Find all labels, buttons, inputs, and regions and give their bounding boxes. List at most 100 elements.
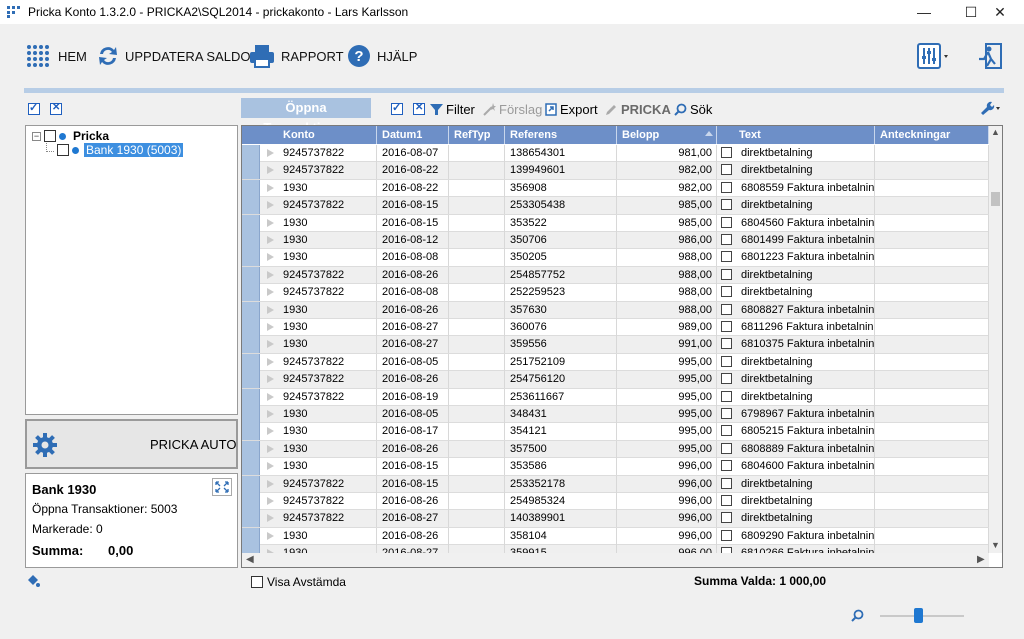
table-row[interactable]: 1930 2016-08-12 350706 986,00 6801499 Faktur… [242, 232, 989, 250]
row-flag-icon[interactable] [267, 375, 274, 384]
cell-anteckningar[interactable] [875, 266, 989, 284]
cell-anteckningar[interactable] [875, 145, 989, 162]
row-checkbox[interactable] [721, 268, 732, 280]
row-flag-icon[interactable] [267, 323, 274, 331]
scroll-down-icon[interactable]: ▼ [991, 540, 1000, 550]
close-button[interactable]: ✕ [977, 0, 1023, 24]
row-selector[interactable] [242, 458, 260, 476]
row-selector[interactable] [242, 179, 260, 197]
cell-anteckningar[interactable] [875, 458, 989, 476]
cell-anteckningar[interactable] [875, 353, 989, 371]
cell-anteckningar[interactable] [875, 475, 989, 493]
home-button[interactable]: HEM [26, 38, 87, 74]
row-checkbox[interactable] [721, 303, 732, 315]
table-row[interactable]: 9245737822 2016-08-26 254756120 995,00 direk… [242, 371, 989, 389]
zoom-slider[interactable] [880, 608, 964, 624]
column-header-belopp[interactable]: Belopp [617, 126, 717, 144]
table-row[interactable]: 9245737822 2016-08-07 138654301 981,00 direk… [242, 145, 989, 163]
row-selector[interactable] [242, 162, 260, 180]
uncheck-all-icon[interactable] [50, 102, 62, 115]
row-checkbox[interactable] [721, 529, 732, 541]
row-selector[interactable] [242, 214, 260, 232]
check-all-icon[interactable] [28, 101, 40, 115]
pricka-auto-button[interactable]: PRICKA AUTO [25, 419, 238, 469]
suggestion-button[interactable]: Förslag [483, 100, 542, 118]
cell-anteckningar[interactable] [875, 371, 989, 389]
table-row[interactable]: 9245737822 2016-08-26 254857752 988,00 direk… [242, 266, 989, 285]
row-flag-icon[interactable] [267, 305, 274, 314]
row-checkbox[interactable] [721, 321, 732, 332]
row-flag-icon[interactable] [267, 410, 274, 418]
row-flag-icon[interactable] [267, 340, 274, 349]
table-row[interactable]: 1930 2016-08-26 357630 988,00 6808827 Faktur… [242, 301, 989, 319]
row-selector[interactable] [242, 475, 260, 493]
row-checkbox[interactable] [721, 512, 732, 524]
table-row[interactable]: 9245737822 2016-08-05 251752109 995,00 direk… [242, 353, 989, 372]
scroll-up-icon[interactable]: ▲ [991, 127, 1000, 137]
row-checkbox[interactable] [721, 442, 732, 454]
paint-bucket-button[interactable] [26, 574, 40, 591]
row-checkbox[interactable] [721, 355, 732, 367]
column-header-datum1[interactable]: Datum1 [377, 126, 449, 144]
table-row[interactable]: 1930 2016-08-05 348431 995,00 6798967 Faktur… [242, 406, 989, 424]
column-header-reftyp[interactable]: RefTyp [449, 126, 505, 144]
table-row[interactable]: 1930 2016-08-17 354121 995,00 6805215 Faktur… [242, 423, 989, 441]
settings-dropdown-button[interactable] [917, 43, 951, 72]
row-selector[interactable] [242, 319, 260, 336]
row-selector[interactable] [242, 371, 260, 389]
row-flag-icon[interactable] [267, 444, 274, 453]
show-reconciled-checkbox[interactable] [251, 576, 263, 588]
row-selector[interactable] [242, 301, 260, 319]
tree-root-checkbox[interactable] [44, 130, 56, 142]
row-selector[interactable] [242, 145, 260, 162]
row-flag-icon[interactable] [267, 479, 274, 488]
table-row[interactable]: 9245737822 2016-08-15 253352178 996,00 direk… [242, 475, 989, 493]
collapse-icon[interactable]: − [32, 131, 41, 141]
pricka-button[interactable]: PRICKA [605, 100, 671, 118]
tree-node-root[interactable]: − Pricka [32, 129, 109, 143]
row-selector[interactable] [242, 336, 260, 354]
row-flag-icon[interactable] [267, 514, 274, 523]
row-flag-icon[interactable] [267, 392, 274, 401]
report-button[interactable]: RAPPORT [249, 38, 344, 74]
table-row[interactable]: 1930 2016-08-26 357500 995,00 6808889 Faktur… [242, 440, 989, 459]
cell-anteckningar[interactable] [875, 249, 989, 267]
minimize-button[interactable]: — [901, 0, 947, 24]
table-row[interactable]: 9245737822 2016-08-08 252259523 988,00 direk… [242, 284, 989, 302]
row-flag-icon[interactable] [267, 270, 274, 279]
expand-button[interactable] [212, 478, 232, 496]
cell-anteckningar[interactable] [875, 301, 989, 319]
row-selector[interactable] [242, 406, 260, 423]
scroll-left-icon[interactable]: ◀ [246, 554, 254, 565]
tree-node-bank[interactable]: Bank 1930 (5003) [46, 142, 184, 157]
row-selector[interactable] [242, 527, 260, 545]
table-row[interactable]: 1930 2016-08-27 359556 991,00 6810375 Faktur… [242, 336, 989, 354]
cell-anteckningar[interactable] [875, 336, 989, 354]
row-flag-icon[interactable] [267, 531, 274, 540]
cell-anteckningar[interactable] [875, 510, 989, 528]
exit-button[interactable] [977, 43, 1003, 72]
row-checkbox[interactable] [721, 216, 732, 228]
column-header-referens[interactable]: Referens [505, 126, 617, 144]
row-selector[interactable] [242, 353, 260, 371]
row-checkbox[interactable] [721, 477, 732, 489]
row-flag-icon[interactable] [267, 201, 274, 210]
cell-anteckningar[interactable] [875, 232, 989, 249]
row-checkbox[interactable] [721, 234, 732, 245]
row-flag-icon[interactable] [267, 183, 274, 192]
table-row[interactable]: 9245737822 2016-08-15 253305438 985,00 direk… [242, 197, 989, 215]
export-button[interactable]: Export [545, 100, 598, 118]
row-selector[interactable] [242, 545, 260, 553]
cell-anteckningar[interactable] [875, 440, 989, 458]
grid-settings-button[interactable] [979, 101, 1001, 118]
table-row[interactable]: 9245737822 2016-08-26 254985324 996,00 direk… [242, 493, 989, 511]
row-checkbox[interactable] [721, 181, 732, 193]
table-row[interactable]: 1930 2016-08-27 360076 989,00 6811296 Faktur… [242, 319, 989, 337]
cell-anteckningar[interactable] [875, 179, 989, 197]
table-row[interactable]: 9245737822 2016-08-19 253611667 995,00 direk… [242, 388, 989, 406]
row-selector[interactable] [242, 266, 260, 284]
row-checkbox[interactable] [721, 408, 732, 419]
row-flag-icon[interactable] [267, 462, 274, 471]
row-flag-icon[interactable] [267, 357, 274, 366]
cell-anteckningar[interactable] [875, 319, 989, 336]
